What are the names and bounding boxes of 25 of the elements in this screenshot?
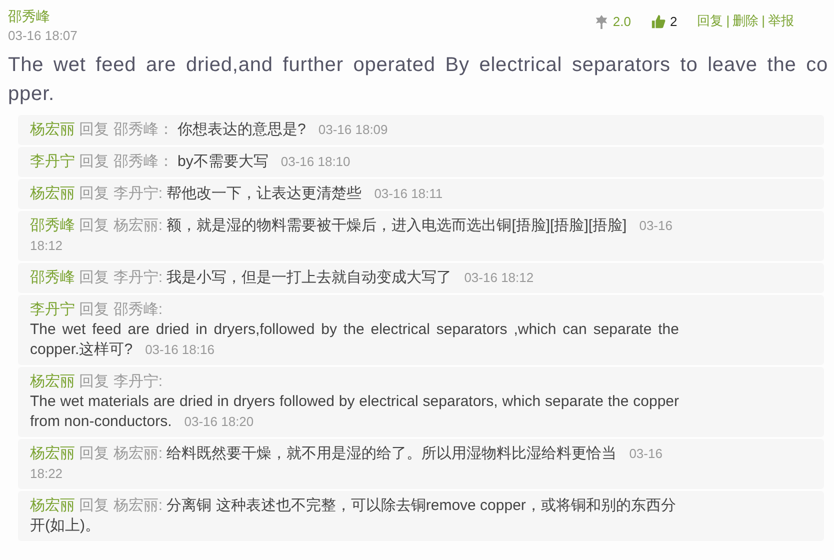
separator: | [726,13,730,28]
reply-author[interactable]: 杨宏丽 [30,373,75,390]
flower-icon [594,14,609,28]
reply-text: The wet materials are dried in dryers followed by electrical separators, which separate the copper from non-conductors. 03-16 18:20 [30,392,679,432]
reply-target: 回复 邵秀峰: [79,301,163,318]
action-link[interactable]: 回复 [697,13,724,28]
score-value: 2.0 [612,14,631,28]
reply-text: 杨宏丽 回复 杨宏丽: 给料既然要干燥，就不用是湿的给了。所以用湿物料比湿给料更恰当 03-16 18:22 [30,444,664,483]
reply-text: The wet feed are dried in dryers,followed by the electrical separators ,which can separate the copper.这样可? 03-16 18:16 [30,320,679,360]
reply-author[interactable]: 李丹宁 [30,301,75,318]
separator: | [762,13,765,28]
reply-text: 杨宏丽 回复 杨宏丽: 分离铜 这种表述也不完整，可以除去铜remove copper，或将铜和别的东西分开(如上)。 [30,496,677,536]
action-link[interactable]: 举报 [768,13,794,28]
author-name[interactable]: 邵秀峰 [8,8,78,26]
post-text: The wet feed are dried,and further operated By electrical separators to leave the copper. [8,53,828,107]
post-time: 03-16 18:07 [8,28,78,43]
reply-text: 杨宏丽 回复 李丹宁: 帮他改一下，让表达更清楚些 03-16 18:11 [30,184,444,204]
like-count: 2 [670,14,678,28]
reply-text: 邵秀峰 回复 李丹宁: 我是小写，但是一打上去就自动变成大写了 03-16 18:12 [30,268,535,288]
reply-target: 回复 李丹宁: [79,373,163,390]
action-link[interactable]: 删除 [732,13,759,28]
reply-text: 李丹宁 回复 邵秀峰： by不需要大写 03-16 18:10 [30,152,352,172]
reply-text: 杨宏丽 回复 邵秀峰： 你想表达的意思是? 03-16 18:09 [30,120,389,140]
reply-text: 邵秀峰 回复 杨宏丽: 额，就是湿的物料需要被干燥后，进入电选而选出铜[捂脸][捂脸][捂脸] 03-16 18:12 [30,216,674,255]
thumbs-up-icon[interactable] [650,14,666,28]
